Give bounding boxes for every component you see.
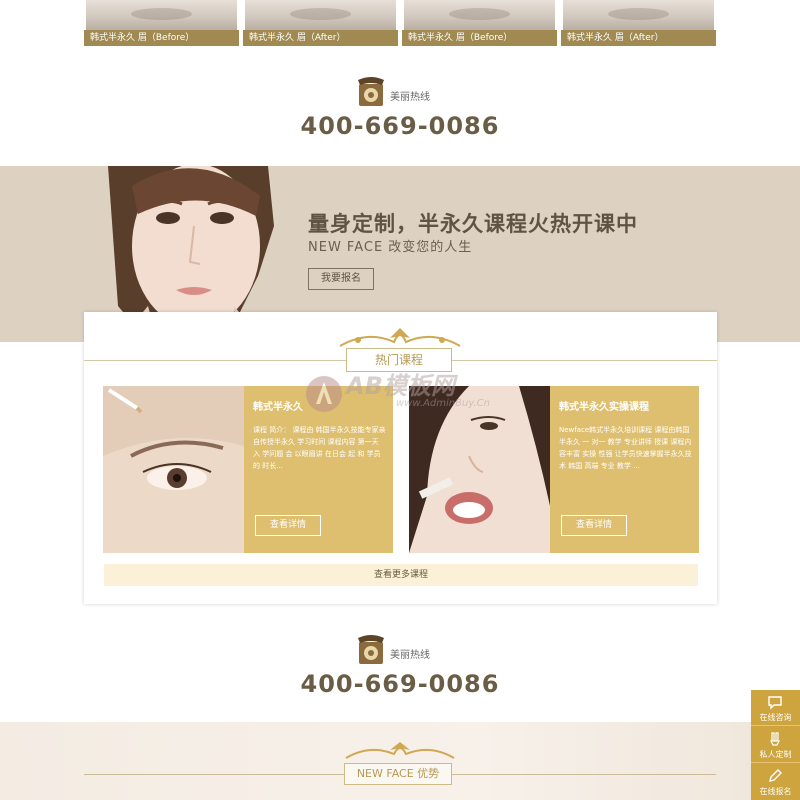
side-item-label: 私人定制 (759, 750, 792, 759)
page: 韩式半永久 眉（Before） 韩式半永久 眉（After） 韩式半永久 眉（B… (0, 0, 800, 800)
signup-button[interactable]: 我要报名 (308, 268, 374, 290)
side-item-label: 在线报名 (759, 787, 792, 796)
course-image (103, 386, 244, 553)
hotline-number[interactable]: 400-669-0086 (0, 112, 800, 140)
before-after-caption: 韩式半永久 眉（After） (561, 30, 716, 46)
side-item-label: 在线咨询 (759, 713, 792, 722)
course-description: Newface韩式半永久培训课程 课程由韩国 半永久 一 对一 教学 专业讲师 … (559, 426, 692, 470)
watermark: AB模板网 www.AdminBuy.Cn (304, 360, 504, 420)
before-after-caption: 韩式半永久 眉（After） (243, 30, 398, 46)
hotline-top: 美丽热线 400-669-0086 (0, 74, 800, 144)
hot-courses-panel: 热门课程 韩式半永久 课程 简介： 课程由 韩国半永久技能专家亲 自传授半永久 … (84, 312, 717, 604)
section-heading: NEW FACE 优势 (344, 763, 452, 785)
watermark-logo-icon (306, 376, 342, 412)
side-item-private-custom[interactable]: 私人定制 (751, 727, 800, 763)
before-after-caption: 韩式半永久 眉（Before） (402, 30, 557, 46)
divider (452, 774, 716, 775)
banner-title: 量身定制，半永久课程火热开课中 (308, 212, 638, 236)
before-after-item[interactable]: 韩式半永久 眉（Before） (84, 0, 239, 46)
view-details-button[interactable]: 查看详情 (255, 515, 321, 536)
divider (84, 774, 344, 775)
phone-icon (358, 77, 384, 106)
watermark-text: AB模板网 (346, 372, 455, 400)
course-title: 韩式半永久 (253, 402, 303, 413)
ornament-icon (345, 742, 455, 759)
before-after-item[interactable]: 韩式半永久 眉（After） (561, 0, 716, 46)
before-after-gallery: 韩式半永久 眉（Before） 韩式半永久 眉（After） 韩式半永久 眉（B… (84, 0, 716, 46)
banner-subtitle: NEW FACE 改变您的人生 (308, 240, 473, 255)
view-details-button[interactable]: 查看详情 (561, 515, 627, 536)
course-title: 韩式半永久实操课程 (559, 402, 649, 413)
side-toolbar: 在线咨询 私人定制 在线报名 (751, 690, 800, 800)
phone-icon (358, 635, 384, 664)
course-description: 课程 简介： 课程由 韩国半永久技能专家亲 自传授半永久 学习时间 课程内容 第… (253, 426, 386, 470)
hotline-label: 美丽热线 (390, 650, 430, 661)
more-courses-button[interactable]: 查看更多课程 (104, 564, 698, 586)
hotline-bottom: 美丽热线 400-669-0086 (0, 632, 800, 702)
brow-photo (404, 0, 555, 30)
brush-icon (770, 732, 780, 746)
side-item-online-consult[interactable]: 在线咨询 (751, 690, 800, 726)
hotline-number[interactable]: 400-669-0086 (0, 670, 800, 698)
before-after-caption: 韩式半永久 眉（Before） (84, 30, 239, 46)
brow-photo (563, 0, 714, 30)
ornament-icon (339, 328, 461, 347)
edit-icon (769, 769, 782, 782)
watermark-subtext: www.AdminBuy.Cn (396, 398, 490, 409)
brow-photo (86, 0, 237, 30)
before-after-item[interactable]: 韩式半永久 眉（After） (243, 0, 398, 46)
before-after-item[interactable]: 韩式半永久 眉（Before） (402, 0, 557, 46)
chat-icon (768, 696, 782, 710)
side-item-online-signup[interactable]: 在线报名 (751, 764, 800, 800)
hotline-label: 美丽热线 (390, 92, 430, 103)
brow-photo (245, 0, 396, 30)
